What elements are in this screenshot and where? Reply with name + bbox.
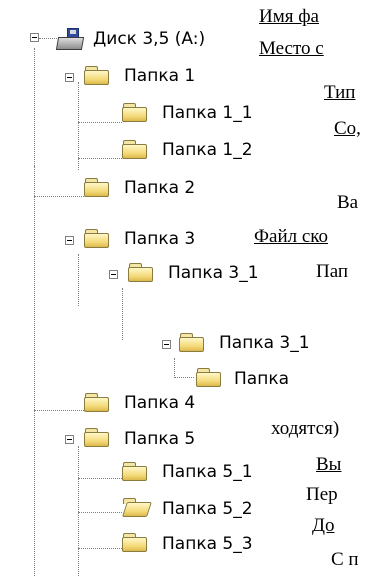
folder-icon: [84, 392, 110, 412]
overlay-text-5: Ва: [336, 192, 359, 213]
tree-guide: [78, 82, 79, 170]
tree-item-drive-a[interactable]: Диск 3,5 (A:): [93, 30, 205, 48]
overlay-text-1: Имя фа: [258, 6, 319, 27]
collapse-toggle-icon[interactable]: [30, 33, 39, 42]
overlay-text-11: До: [311, 515, 335, 536]
tree-item-folder-5-3[interactable]: Папка 5_3: [162, 535, 253, 553]
floppy-drive-icon: [55, 28, 85, 52]
tree-guide: [34, 410, 84, 411]
tree-item-folder-1-2[interactable]: Папка 1_2: [162, 141, 253, 159]
tree-guide: [78, 254, 79, 306]
open-folder-icon: [122, 497, 152, 517]
folder-icon: [84, 228, 110, 248]
tree-guide: [174, 377, 194, 378]
overlay-text-2: Место с: [258, 38, 324, 59]
folder-icon: [84, 177, 110, 197]
tree-guide: [34, 48, 35, 166]
overlay-text-10: Пер: [305, 484, 338, 505]
collapse-toggle-icon[interactable]: [65, 236, 74, 245]
overlay-text-3: Тип: [323, 82, 356, 103]
tree-guide: [78, 446, 79, 576]
tree-item-folder-5[interactable]: Папка 5: [124, 430, 195, 448]
tree-item-folder-3-1[interactable]: Папка 3_1: [168, 264, 259, 282]
tree-guide: [122, 288, 123, 340]
collapse-toggle-icon[interactable]: [109, 270, 118, 279]
overlay-text-7: Пап: [315, 261, 349, 282]
tree-guide: [78, 478, 122, 479]
overlay-text-12: С п: [330, 549, 359, 570]
overlay-text-9: Вы: [315, 454, 342, 475]
folder-icon: [122, 532, 148, 552]
tree-guide: [78, 548, 122, 549]
collapse-toggle-icon[interactable]: [162, 340, 171, 349]
overlay-text-4: Со,: [333, 118, 361, 139]
overlay-text-8: ходятся): [270, 418, 340, 439]
tree-guide: [34, 166, 35, 576]
tree-guide: [39, 38, 57, 39]
tree-item-folder-3[interactable]: Папка 3: [124, 230, 195, 248]
tree-item-folder-2[interactable]: Папка 2: [124, 179, 195, 197]
folder-icon: [196, 367, 222, 387]
overlay-text-6: Файл ско: [253, 226, 329, 247]
tree-item-folder-3-1-1-1[interactable]: Папка: [234, 370, 289, 388]
tree-item-folder-3-1-1[interactable]: Папка 3_1: [219, 334, 310, 352]
folder-icon: [122, 461, 148, 481]
folder-icon: [122, 139, 148, 159]
folder-icon: [84, 427, 110, 447]
collapse-toggle-icon[interactable]: [65, 73, 74, 82]
folder-icon: [179, 332, 205, 352]
tree-item-folder-1-1[interactable]: Папка 1_1: [162, 104, 253, 122]
folder-icon: [122, 102, 148, 122]
folder-icon: [84, 65, 110, 85]
tree-guide: [78, 122, 122, 123]
tree-guide: [78, 512, 122, 513]
tree-guide: [174, 358, 175, 378]
tree-guide: [78, 158, 122, 159]
collapse-toggle-icon[interactable]: [65, 435, 74, 444]
tree-guide: [34, 196, 84, 197]
tree-item-folder-1[interactable]: Папка 1: [124, 67, 195, 85]
tree-item-folder-4[interactable]: Папка 4: [124, 394, 195, 412]
tree-item-folder-5-2[interactable]: Папка 5_2: [162, 500, 253, 518]
tree-item-folder-5-1[interactable]: Папка 5_1: [162, 463, 253, 481]
folder-icon: [128, 262, 154, 282]
